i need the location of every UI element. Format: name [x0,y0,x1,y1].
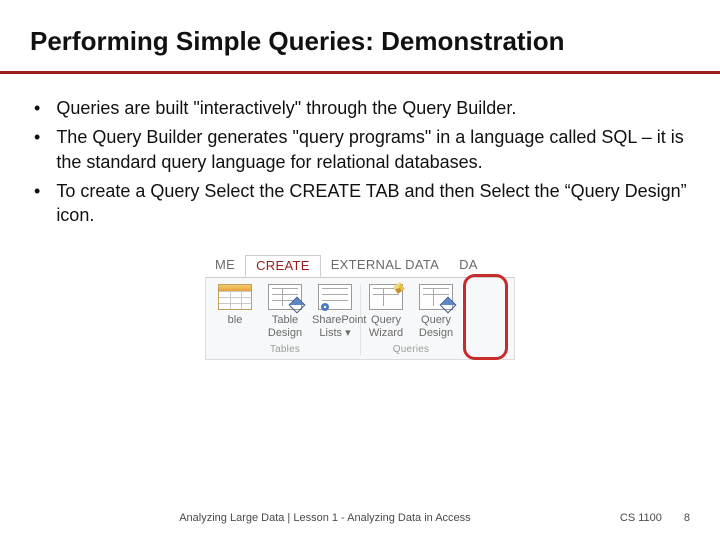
tab-external-data[interactable]: EXTERNAL DATA [321,255,449,277]
ribbon-group-queries: Query Wizard Query Design Queries [361,284,461,354]
bullet-item: To create a Query Select the CREATE TAB … [34,179,690,228]
sharepoint-lists-button[interactable]: SharePoint Lists ▾ [312,284,358,339]
query-design-label: Query Design [413,314,459,339]
slide-footer: Analyzing Large Data | Lesson 1 - Analyz… [30,512,690,524]
slide-title: Performing Simple Queries: Demonstration [30,26,690,63]
table-button[interactable]: ble [212,284,258,339]
query-wizard-label: Query Wizard [363,314,409,339]
footer-center: Analyzing Large Data | Lesson 1 - Analyz… [30,512,620,524]
query-design-button[interactable]: Query Design [413,284,459,339]
table-design-icon [268,284,302,310]
footer-page-number: 8 [684,512,690,524]
bullet-text: Queries are built "interactively" throug… [56,96,516,120]
query-wizard-button[interactable]: Query Wizard [363,284,409,339]
table-label: ble [212,314,258,327]
ribbon-group-label-tables: Tables [270,344,300,355]
ribbon-screenshot: ME CREATE EXTERNAL DATA DA ble Table Des… [205,255,515,359]
sharepoint-label: SharePoint Lists ▾ [312,314,358,339]
footer-course: CS 1100 [620,512,662,524]
table-icon [218,284,252,310]
ribbon-group-label-queries: Queries [393,344,429,355]
bullet-item: The Query Builder generates "query progr… [34,125,690,174]
sharepoint-icon [318,284,352,310]
bullet-list: Queries are built "interactively" throug… [30,96,690,227]
bullet-text: The Query Builder generates "query progr… [56,125,690,174]
table-design-label: Table Design [262,314,308,339]
query-wizard-icon [369,284,403,310]
title-underline [0,71,720,74]
tab-home-partial[interactable]: ME [205,255,245,277]
tab-database-tools-partial[interactable]: DA [449,255,488,277]
ribbon-body: ble Table Design SharePoint Lists ▾ Tabl… [205,277,515,359]
ribbon-tabs: ME CREATE EXTERNAL DATA DA [205,255,515,277]
query-design-icon [419,284,453,310]
table-design-button[interactable]: Table Design [262,284,308,339]
tab-create[interactable]: CREATE [245,255,321,277]
bullet-text: To create a Query Select the CREATE TAB … [56,179,690,228]
bullet-item: Queries are built "interactively" throug… [34,96,690,120]
ribbon-group-tables: ble Table Design SharePoint Lists ▾ Tabl… [210,284,361,354]
